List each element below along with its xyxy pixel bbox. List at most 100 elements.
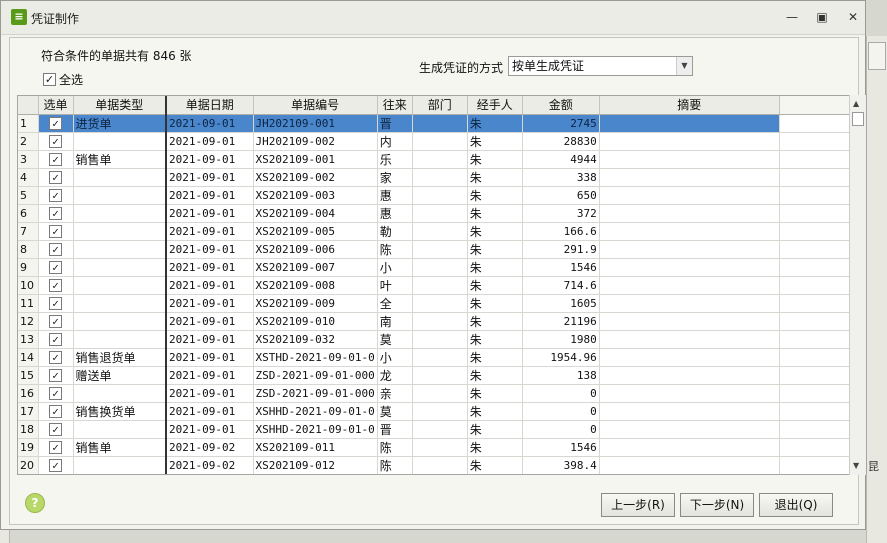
checkmark-icon[interactable]: ✓ <box>49 152 62 166</box>
row-dept <box>412 294 468 313</box>
table-row[interactable]: 2 ✓ 2021-09-01 JH202109-002 内 朱 28830 <box>18 132 862 151</box>
row-select-checkbox[interactable]: ✓ <box>38 276 74 295</box>
minimize-icon[interactable]: — <box>783 9 801 25</box>
header-code[interactable]: 单据编号 <box>253 96 378 115</box>
table-row[interactable]: 19 ✓ 销售单 2021-09-02 XS202109-011 陈 朱 1546 <box>18 438 862 457</box>
table-row[interactable]: 18 ✓ 2021-09-01 XSHHD-2021-09-01-0 晋 朱 0 <box>18 420 862 439</box>
table-row[interactable]: 20 ✓ 2021-09-02 XS202109-012 陈 朱 398.4 <box>18 456 862 474</box>
row-select-checkbox[interactable]: ✓ <box>38 402 74 421</box>
checkmark-icon[interactable]: ✓ <box>49 440 62 454</box>
row-select-checkbox[interactable]: ✓ <box>38 456 74 474</box>
checkmark-icon[interactable]: ✓ <box>49 242 62 256</box>
row-select-checkbox[interactable]: ✓ <box>38 204 74 223</box>
next-button[interactable]: 下一步(N) <box>680 493 754 517</box>
exit-button[interactable]: 退出(Q) <box>759 493 833 517</box>
row-select-checkbox[interactable]: ✓ <box>38 330 74 349</box>
row-handler: 朱 <box>467 150 523 169</box>
table-row[interactable]: 14 ✓ 销售退货单 2021-09-01 XSTHD-2021-09-01-0 小 朱 19… <box>18 348 862 367</box>
checkmark-icon[interactable]: ✓ <box>49 116 62 130</box>
prev-button[interactable]: 上一步(R) <box>601 493 675 517</box>
checkmark-icon[interactable]: ✓ <box>49 188 62 202</box>
row-select-checkbox[interactable]: ✓ <box>38 420 74 439</box>
row-memo <box>599 240 780 259</box>
checkmark-icon[interactable]: ✓ <box>49 296 62 310</box>
table-row[interactable]: 17 ✓ 销售换货单 2021-09-01 XSHHD-2021-09-01-0 莫 朱 0 <box>18 402 862 421</box>
header-memo[interactable]: 摘要 <box>599 96 780 115</box>
header-select[interactable]: 选单 <box>38 96 74 115</box>
scroll-thumb[interactable] <box>852 112 864 126</box>
table-row[interactable]: 16 ✓ 2021-09-01 ZSD-2021-09-01-000 亲 朱 0 <box>18 384 862 403</box>
table-row[interactable]: 11 ✓ 2021-09-01 XS202109-009 全 朱 1605 <box>18 294 862 313</box>
row-memo <box>599 114 780 133</box>
row-select-checkbox[interactable]: ✓ <box>38 384 74 403</box>
checkmark-icon[interactable]: ✓ <box>49 368 62 382</box>
help-icon[interactable]: ? <box>25 493 45 513</box>
table-row[interactable]: 12 ✓ 2021-09-01 XS202109-010 南 朱 21196 <box>18 312 862 331</box>
checkmark-icon[interactable]: ✓ <box>49 260 62 274</box>
header-dept[interactable]: 部门 <box>412 96 468 115</box>
table-row[interactable]: 13 ✓ 2021-09-01 XS202109-032 莫 朱 1980 <box>18 330 862 349</box>
table-row[interactable]: 3 ✓ 销售单 2021-09-01 XS202109-001 乐 朱 4944 <box>18 150 862 169</box>
document-table: 选单 单据类型 单据日期 单据编号 往来 部门 经手人 金额 摘要 1 ✓ 进货单 2… <box>18 96 862 474</box>
row-dept <box>412 402 468 421</box>
checkmark-icon[interactable]: ✓ <box>49 458 62 472</box>
mode-select[interactable]: 按单生成凭证 ▼ <box>508 56 693 76</box>
checkmark-icon[interactable]: ✓ <box>49 386 62 400</box>
scroll-up-icon[interactable]: ▲ <box>853 99 859 108</box>
row-handler: 朱 <box>467 222 523 241</box>
table-row[interactable]: 15 ✓ 赠送单 2021-09-01 ZSD-2021-09-01-000 龙 朱 138 <box>18 366 862 385</box>
row-select-checkbox[interactable]: ✓ <box>38 150 74 169</box>
checkmark-icon[interactable]: ✓ <box>49 404 62 418</box>
header-type[interactable]: 单据类型 <box>73 96 167 115</box>
row-select-checkbox[interactable]: ✓ <box>38 294 74 313</box>
row-code: ZSD-2021-09-01-000 <box>253 384 378 403</box>
scroll-down-icon[interactable]: ▼ <box>853 461 859 470</box>
table-row[interactable]: 6 ✓ 2021-09-01 XS202109-004 惠 朱 372 <box>18 204 862 223</box>
row-select-checkbox[interactable]: ✓ <box>38 168 74 187</box>
row-date: 2021-09-01 <box>166 366 254 385</box>
select-all-checkbox[interactable]: ✓ 全选 <box>43 71 83 88</box>
row-select-checkbox[interactable]: ✓ <box>38 240 74 259</box>
row-select-checkbox[interactable]: ✓ <box>38 312 74 331</box>
table-row[interactable]: 4 ✓ 2021-09-01 XS202109-002 家 朱 338 <box>18 168 862 187</box>
voucher-dialog: ≡ 凭证制作 — ▣ ✕ 符合条件的单据共有 846 张 ✓ 全选 生成凭证的方… <box>0 0 867 530</box>
header-handler[interactable]: 经手人 <box>467 96 523 115</box>
checkmark-icon[interactable]: ✓ <box>49 224 62 238</box>
checkmark-icon[interactable]: ✓ <box>49 206 62 220</box>
table-row[interactable]: 8 ✓ 2021-09-01 XS202109-006 陈 朱 291.9 <box>18 240 862 259</box>
table-row[interactable]: 9 ✓ 2021-09-01 XS202109-007 小 朱 1546 <box>18 258 862 277</box>
vertical-scrollbar[interactable]: ▲ ▼ <box>849 95 866 475</box>
checkmark-icon[interactable]: ✓ <box>49 314 62 328</box>
row-select-checkbox[interactable]: ✓ <box>38 222 74 241</box>
checkmark-icon[interactable]: ✓ <box>49 134 62 148</box>
table-row[interactable]: 1 ✓ 进货单 2021-09-01 JH202109-001 晋 朱 2745 <box>18 114 862 133</box>
checkmark-icon[interactable]: ✓ <box>49 278 62 292</box>
row-code: XSTHD-2021-09-01-0 <box>253 348 378 367</box>
row-select-checkbox[interactable]: ✓ <box>38 438 74 457</box>
table-row[interactable]: 5 ✓ 2021-09-01 XS202109-003 惠 朱 650 <box>18 186 862 205</box>
close-icon[interactable]: ✕ <box>844 9 862 25</box>
checkmark-icon[interactable]: ✓ <box>49 422 62 436</box>
row-select-checkbox[interactable]: ✓ <box>38 348 74 367</box>
row-party: 内 <box>377 132 413 151</box>
checkmark-icon[interactable]: ✓ <box>49 350 62 364</box>
row-memo <box>599 276 780 295</box>
header-date[interactable]: 单据日期 <box>166 96 254 115</box>
maximize-icon[interactable]: ▣ <box>813 9 831 25</box>
row-code: JH202109-002 <box>253 132 378 151</box>
row-type <box>73 132 167 151</box>
checkmark-icon[interactable]: ✓ <box>49 332 62 346</box>
row-party: 小 <box>377 348 413 367</box>
table-row[interactable]: 10 ✓ 2021-09-01 XS202109-008 叶 朱 714.6 <box>18 276 862 295</box>
header-amount[interactable]: 金额 <box>522 96 600 115</box>
row-number: 15 <box>18 366 39 385</box>
header-party[interactable]: 往来 <box>377 96 413 115</box>
chevron-down-icon[interactable]: ▼ <box>676 57 692 75</box>
row-select-checkbox[interactable]: ✓ <box>38 366 74 385</box>
checkmark-icon[interactable]: ✓ <box>49 170 62 184</box>
row-select-checkbox[interactable]: ✓ <box>38 132 74 151</box>
table-row[interactable]: 7 ✓ 2021-09-01 XS202109-005 勒 朱 166.6 <box>18 222 862 241</box>
row-select-checkbox[interactable]: ✓ <box>38 186 74 205</box>
row-select-checkbox[interactable]: ✓ <box>38 114 74 133</box>
row-select-checkbox[interactable]: ✓ <box>38 258 74 277</box>
